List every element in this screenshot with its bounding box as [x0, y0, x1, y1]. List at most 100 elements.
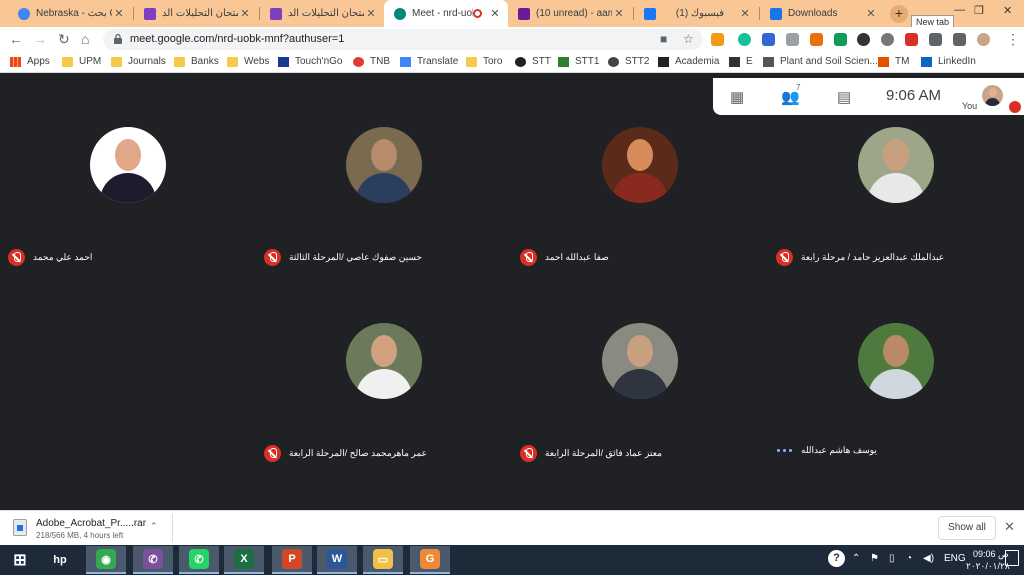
participant-avatar	[346, 127, 422, 203]
bookmark-plant-soil[interactable]: Plant and Soil Scien...	[763, 56, 878, 67]
excel-taskbar-button[interactable]: X	[224, 546, 264, 574]
input-language[interactable]: ENG	[944, 553, 966, 564]
action-flag-icon[interactable]: ⚑	[870, 553, 879, 564]
extensions-puzzle-icon[interactable]	[929, 33, 942, 46]
download-divider	[172, 514, 173, 542]
bookmark-apps[interactable]: Apps	[10, 56, 50, 67]
bookmark-label: Plant and Soil Scien...	[780, 56, 878, 67]
bookmark-label: STT	[532, 56, 551, 67]
drive-icon[interactable]	[786, 33, 799, 46]
address-bar[interactable]: meet.google.com/nrd-uobk-mnf?authuser=1 …	[103, 29, 703, 50]
home-icon[interactable]: ⌂	[81, 31, 89, 47]
bookmark-toro[interactable]: Toro	[466, 56, 502, 67]
bookmark-stt2[interactable]: STT2	[608, 56, 649, 67]
reading-list-icon[interactable]	[953, 33, 966, 46]
minimize-icon[interactable]: —	[954, 4, 965, 16]
bookmark-linkedin[interactable]: LinkedIn	[921, 56, 976, 67]
pdf-reader-taskbar-button[interactable]: G	[410, 546, 450, 574]
extension-green-icon[interactable]	[834, 33, 847, 46]
participant-tile[interactable]: صفا عبدالله احمد	[512, 73, 768, 269]
participant-tile[interactable]: احمد علي محمد	[0, 73, 256, 269]
network-icon[interactable]: ◔	[906, 553, 912, 564]
bookmark-star-icon[interactable]: ☆	[683, 32, 694, 46]
extension-circle-icon[interactable]	[881, 33, 894, 46]
powerpoint-icon: P	[282, 549, 302, 569]
profile-avatar[interactable]	[977, 33, 990, 46]
tab-close-icon[interactable]: ✕	[738, 7, 752, 20]
bookmark-translate[interactable]: Translate	[400, 56, 458, 67]
bookmark-e[interactable]: E	[729, 56, 753, 67]
tab-close-icon[interactable]: ✕	[864, 7, 878, 20]
bookmark-label: Toro	[483, 56, 503, 67]
tab-exam-2[interactable]: امتحان التحليلات الد ✕	[260, 0, 384, 27]
reload-icon[interactable]: ↻	[58, 31, 70, 48]
volume-icon[interactable]: ◀)	[923, 553, 934, 564]
academia-icon	[658, 56, 669, 67]
tray-chevron-icon[interactable]: ⌃	[852, 553, 860, 564]
stt-icon	[515, 56, 526, 67]
participant-tile[interactable]: معتز عماد فائق /المرحلة الرابعة	[512, 269, 768, 465]
menu-kebab-icon[interactable]: ⋮	[1006, 31, 1020, 48]
bookmark-tnb[interactable]: TNB	[353, 56, 390, 67]
new-tab-button[interactable]: +	[890, 5, 908, 23]
extension-red-icon[interactable]	[905, 33, 918, 46]
participant-tile[interactable]: يوسف هاشم عبدالله	[768, 269, 1024, 465]
tab-facebook[interactable]: (1) فيسبوك ✕	[634, 0, 758, 27]
file-explorer-taskbar-button[interactable]: ▭	[363, 546, 403, 574]
tab-close-icon[interactable]: ✕	[364, 7, 378, 20]
tab-close-icon[interactable]: ✕	[488, 7, 502, 20]
participant-name: عمر ماهرمحمد صالح /المرحلة الرابعة	[289, 448, 427, 458]
tray-date[interactable]: ٢٠٢٠/٠١/٢٨	[966, 561, 1010, 572]
show-all-button[interactable]: Show all	[938, 516, 996, 540]
bookmark-banks[interactable]: Banks	[174, 56, 219, 67]
word-taskbar-button[interactable]: W	[317, 546, 357, 574]
grammarly-icon[interactable]	[738, 33, 751, 46]
tab-close-icon[interactable]: ✕	[112, 7, 126, 20]
window-close-icon[interactable]: ✕	[1003, 4, 1012, 17]
participant-tile[interactable]: حسين صفوك عاصي /المرحلة الثالثة	[256, 73, 512, 269]
start-taskbar-button[interactable]: ⊞	[0, 546, 40, 574]
whatsapp-taskbar-button[interactable]: ✆	[179, 546, 219, 574]
bookmark-stt[interactable]: STT	[515, 56, 551, 67]
viber-taskbar-button[interactable]: ✆	[133, 546, 173, 574]
bookmark-academia[interactable]: Academia	[658, 56, 719, 67]
participant-tile[interactable]: عبدالملك عبدالعزيز حامد / مرحلة رابعة	[768, 73, 1024, 269]
chrome-taskbar-button[interactable]: ◉	[86, 546, 126, 574]
bookmark-upm[interactable]: UPM	[62, 56, 101, 67]
tab-exam-1[interactable]: امتحان التحليلات الد ✕	[134, 0, 258, 27]
camera-icon[interactable]: ■	[660, 32, 667, 46]
powerpoint-taskbar-button[interactable]: P	[272, 546, 312, 574]
help-icon[interactable]: ?	[828, 550, 845, 567]
download-file-name[interactable]: Adobe_Acrobat_Pr.....rar	[36, 518, 146, 529]
extension-sc-icon[interactable]	[810, 33, 823, 46]
tray-time[interactable]: 09:06 ص	[973, 549, 1009, 560]
bookmark-tm[interactable]: TM	[878, 56, 909, 67]
plant-icon	[763, 56, 774, 67]
tab-downloads[interactable]: Downloads ✕	[760, 0, 884, 27]
bookmark-journals[interactable]: Journals	[111, 56, 166, 67]
hp-taskbar-button[interactable]: hp	[40, 546, 80, 574]
tab-mail[interactable]: (10 unread) - aama ✕	[508, 0, 632, 27]
tab-title: امتحان التحليلات الد	[288, 8, 364, 19]
bookmark-stt1[interactable]: STT1	[558, 56, 599, 67]
battery-icon[interactable]: ▯	[889, 553, 895, 564]
extension-new-icon[interactable]	[711, 33, 724, 46]
restore-icon[interactable]: ❐	[974, 4, 984, 17]
back-icon[interactable]: ←	[9, 31, 23, 47]
extension-blue-icon[interactable]	[762, 33, 775, 46]
download-shelf-close-icon[interactable]: ✕	[1004, 519, 1015, 535]
bookmark-touchngo[interactable]: Touch'nGo	[278, 56, 343, 67]
notifications-icon[interactable]	[1005, 550, 1019, 566]
tab-nebraska[interactable]: Nebraska - بحث Go ✕	[8, 0, 132, 27]
bookmark-webs[interactable]: Webs	[227, 56, 269, 67]
tab-meet[interactable]: Meet - nrd-uob ✕	[384, 0, 508, 27]
tab-close-icon[interactable]: ✕	[238, 7, 252, 20]
tab-close-icon[interactable]: ✕	[612, 7, 626, 20]
extension-dots-icon[interactable]	[857, 33, 870, 46]
url-text: meet.google.com/nrd-uobk-mnf?authuser=1	[130, 33, 345, 45]
bookmark-label: TM	[895, 56, 910, 67]
participant-name: حسين صفوك عاصي /المرحلة الثالثة	[289, 252, 422, 262]
forward-icon[interactable]: →	[33, 31, 47, 47]
download-menu-chevron-icon[interactable]: ⌃	[150, 521, 158, 532]
participant-tile[interactable]: عمر ماهرمحمد صالح /المرحلة الرابعة	[256, 269, 512, 465]
